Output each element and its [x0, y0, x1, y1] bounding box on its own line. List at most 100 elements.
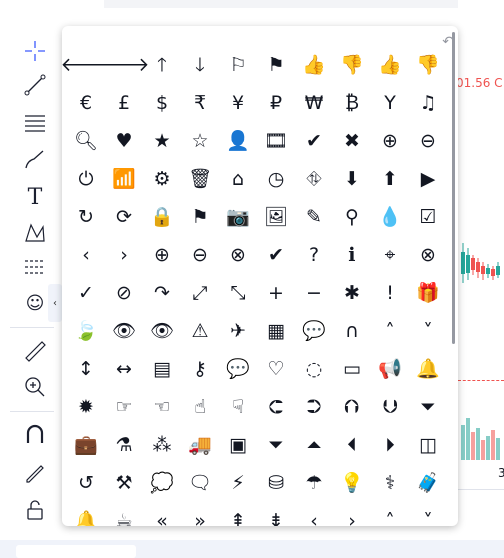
brush-icon[interactable]	[22, 147, 48, 173]
bell-icon[interactable]: 🔔	[409, 350, 447, 388]
crosshairs-icon[interactable]: ⌖	[371, 236, 409, 274]
leaf-outline-icon[interactable]: ◌	[295, 350, 333, 388]
asterisk-icon[interactable]: ✱	[333, 274, 371, 312]
plus-circle-icon[interactable]: ⊕	[143, 236, 181, 274]
angle-left-icon[interactable]: ‹	[295, 502, 333, 526]
signal-icon[interactable]: 📶	[105, 160, 143, 198]
ban-icon[interactable]: ⊘	[105, 274, 143, 312]
thumbs-up-icon[interactable]: 👍	[371, 46, 409, 84]
suitcase-icon[interactable]: 🧳	[409, 464, 447, 502]
columns-icon[interactable]: ◫	[409, 426, 447, 464]
sitemap-icon[interactable]: ⛁	[257, 464, 295, 502]
crosshair-icon[interactable]	[22, 38, 48, 64]
angle-double-down-icon[interactable]: ⇟	[257, 502, 295, 526]
arrow-up-icon[interactable]: 🡑	[143, 46, 181, 84]
rupee-icon[interactable]: ₹	[181, 84, 219, 122]
bell-solid-icon[interactable]: 🔔	[67, 502, 105, 526]
hand-right-icon[interactable]: ☞	[105, 388, 143, 426]
won-icon[interactable]: ₩	[295, 84, 333, 122]
stethoscope-icon[interactable]: ⚕	[371, 464, 409, 502]
yen-icon[interactable]: ¥	[219, 84, 257, 122]
magic-icon[interactable]: ⁂	[143, 426, 181, 464]
pound-icon[interactable]: £	[105, 84, 143, 122]
heart-icon[interactable]: ♥	[105, 122, 143, 160]
heart-outline-icon[interactable]: ♡	[257, 350, 295, 388]
arrow-circle-down-icon[interactable]: ⮋	[371, 388, 409, 426]
filter-icon[interactable]: Y	[371, 84, 409, 122]
thumbs-up-outline-icon[interactable]: 👍	[295, 46, 333, 84]
ruble-icon[interactable]: ₽	[257, 84, 295, 122]
truck-icon[interactable]: 🚚	[181, 426, 219, 464]
gear-icon[interactable]: ⚙	[143, 160, 181, 198]
arrow-circle-right-icon[interactable]: ⮊	[295, 388, 333, 426]
clock-icon[interactable]: ◷	[257, 160, 295, 198]
coffee-icon[interactable]: ☕	[105, 502, 143, 526]
gavel-icon[interactable]: ⚒	[105, 464, 143, 502]
plus-icon[interactable]: +	[257, 274, 295, 312]
angle-double-up-icon[interactable]: ⇞	[219, 502, 257, 526]
comments-outline-icon[interactable]: 🗨	[181, 464, 219, 502]
exclamation-circle-icon[interactable]: !	[371, 274, 409, 312]
checkered-flag-icon[interactable]: ⚑	[257, 46, 295, 84]
warning-icon[interactable]: ⚠	[181, 312, 219, 350]
info-circle-icon[interactable]: ℹ	[333, 236, 371, 274]
chevron-left-icon[interactable]: ‹	[67, 236, 105, 274]
pattern-icon[interactable]	[22, 220, 48, 246]
caret-up-icon[interactable]: ⏶	[295, 426, 333, 464]
lightbulb-icon[interactable]: 💡	[333, 464, 371, 502]
umbrella-icon[interactable]: ☂	[295, 464, 333, 502]
emoji-icon[interactable]: ☺	[22, 290, 48, 316]
trash-icon[interactable]: 🗑	[181, 160, 219, 198]
times-circle-icon[interactable]: ⊗	[219, 236, 257, 274]
comment-icon[interactable]: 💬	[295, 312, 333, 350]
check-circle-outline-icon[interactable]: ✓	[67, 274, 105, 312]
compress-icon[interactable]: ⤡	[219, 274, 257, 312]
home-icon[interactable]: ⌂	[219, 160, 257, 198]
hand-up-icon[interactable]: ☝	[181, 388, 219, 426]
search-icon[interactable]: 🔍︎	[67, 122, 105, 160]
flask-icon[interactable]: ⚗	[105, 426, 143, 464]
funnel-icon[interactable]: ⏷	[409, 388, 447, 426]
times-circle-outline-icon[interactable]: ⊗	[409, 236, 447, 274]
scrollbar[interactable]	[452, 32, 455, 344]
credit-card-icon[interactable]: ▭	[333, 350, 371, 388]
thumbs-down-outline-icon[interactable]: 👎	[333, 46, 371, 84]
magnet-icon[interactable]: ∩	[333, 312, 371, 350]
chevron-right-icon[interactable]: ›	[105, 236, 143, 274]
certificate-icon[interactable]: ✹	[67, 388, 105, 426]
image-icon[interactable]: 🖼	[257, 198, 295, 236]
road-icon[interactable]: ⛗	[295, 160, 333, 198]
pencil-icon[interactable]: ✎	[295, 198, 333, 236]
user-icon[interactable]: 👤	[219, 122, 257, 160]
ruler-icon[interactable]	[22, 338, 48, 364]
collapse-toolbar-button[interactable]: ‹	[48, 284, 62, 322]
redo-icon[interactable]: ↻	[67, 198, 105, 236]
download-circle-icon[interactable]: ⬇	[333, 160, 371, 198]
bullhorn-icon[interactable]: 📢	[371, 350, 409, 388]
bar-chart-icon[interactable]: ▤	[143, 350, 181, 388]
arrows-v-icon[interactable]: ↕	[67, 350, 105, 388]
eye-icon[interactable]: 👁	[105, 312, 143, 350]
music-icon[interactable]: ♫	[409, 84, 447, 122]
bottom-tab[interactable]	[16, 545, 136, 558]
euro-icon[interactable]: €	[67, 84, 105, 122]
lock-icon[interactable]: 🔒	[143, 198, 181, 236]
check-square-icon[interactable]: ☑	[409, 198, 447, 236]
check-icon[interactable]: ✔	[295, 122, 333, 160]
upload-circle-icon[interactable]: ⬆	[371, 160, 409, 198]
flag-icon[interactable]: ⚑	[181, 198, 219, 236]
expand-icon[interactable]: ⤢	[181, 274, 219, 312]
refresh-icon[interactable]: ⟳	[105, 198, 143, 236]
hand-down-icon[interactable]: ☟	[219, 388, 257, 426]
magnet-icon[interactable]	[22, 422, 48, 448]
minus-circle-icon[interactable]: ⊖	[181, 236, 219, 274]
caret-down-icon[interactable]: ⏷	[257, 426, 295, 464]
angle-right-icon[interactable]: ›	[333, 502, 371, 526]
map-marker-icon[interactable]: ⚲	[333, 198, 371, 236]
bolt-icon[interactable]: ⚡	[219, 464, 257, 502]
bitcoin-icon[interactable]: ₿	[333, 84, 371, 122]
briefcase-icon[interactable]: 💼	[67, 426, 105, 464]
angle-double-right-icon[interactable]: »	[181, 502, 219, 526]
arrow-down-icon[interactable]: 🡓	[181, 46, 219, 84]
minus-icon[interactable]: −	[295, 274, 333, 312]
